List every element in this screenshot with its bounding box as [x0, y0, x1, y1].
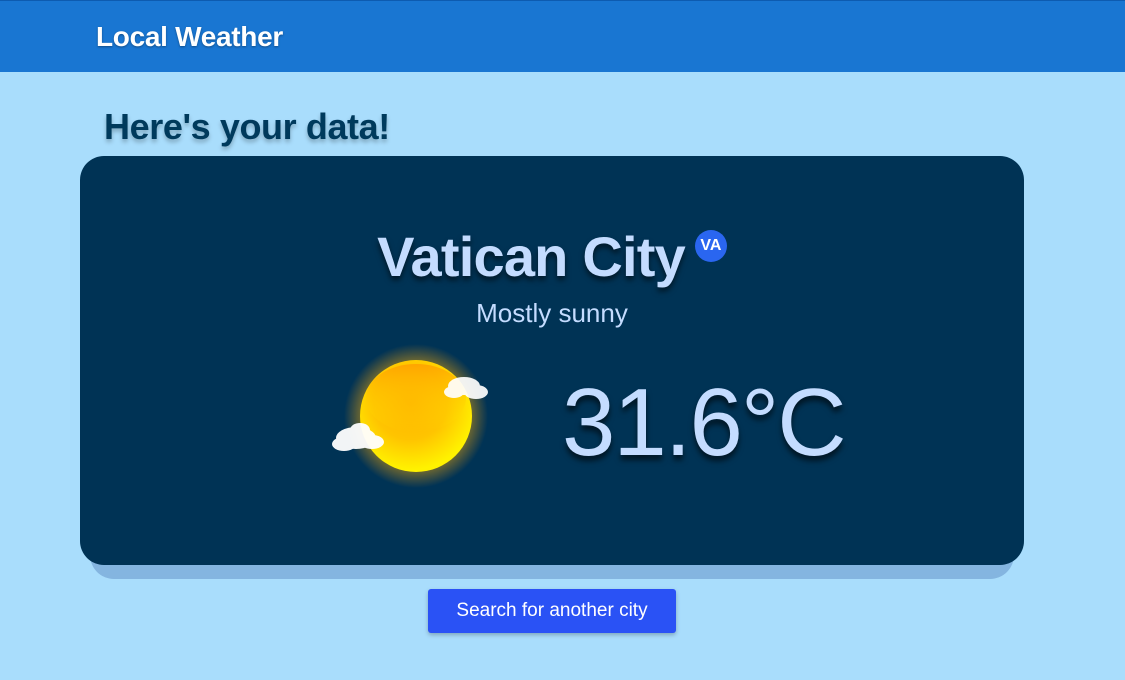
country-badge: VA [694, 230, 727, 262]
page-heading: Here's your data! [104, 106, 390, 147]
weather-card: Vatican City VA Mostly sunny 31.6°C [80, 156, 1024, 565]
app-header: Local Weather [0, 0, 1125, 72]
app-title[interactable]: Local Weather [96, 21, 283, 53]
temperature-readout: 31.6°C [562, 369, 847, 476]
weather-condition: Mostly sunny [476, 298, 628, 328]
city-row: Vatican City VA [80, 224, 1024, 289]
search-another-city-button[interactable]: Search for another city [428, 589, 676, 633]
sun-with-clouds-icon [330, 336, 500, 496]
city-name: Vatican City [377, 225, 686, 288]
